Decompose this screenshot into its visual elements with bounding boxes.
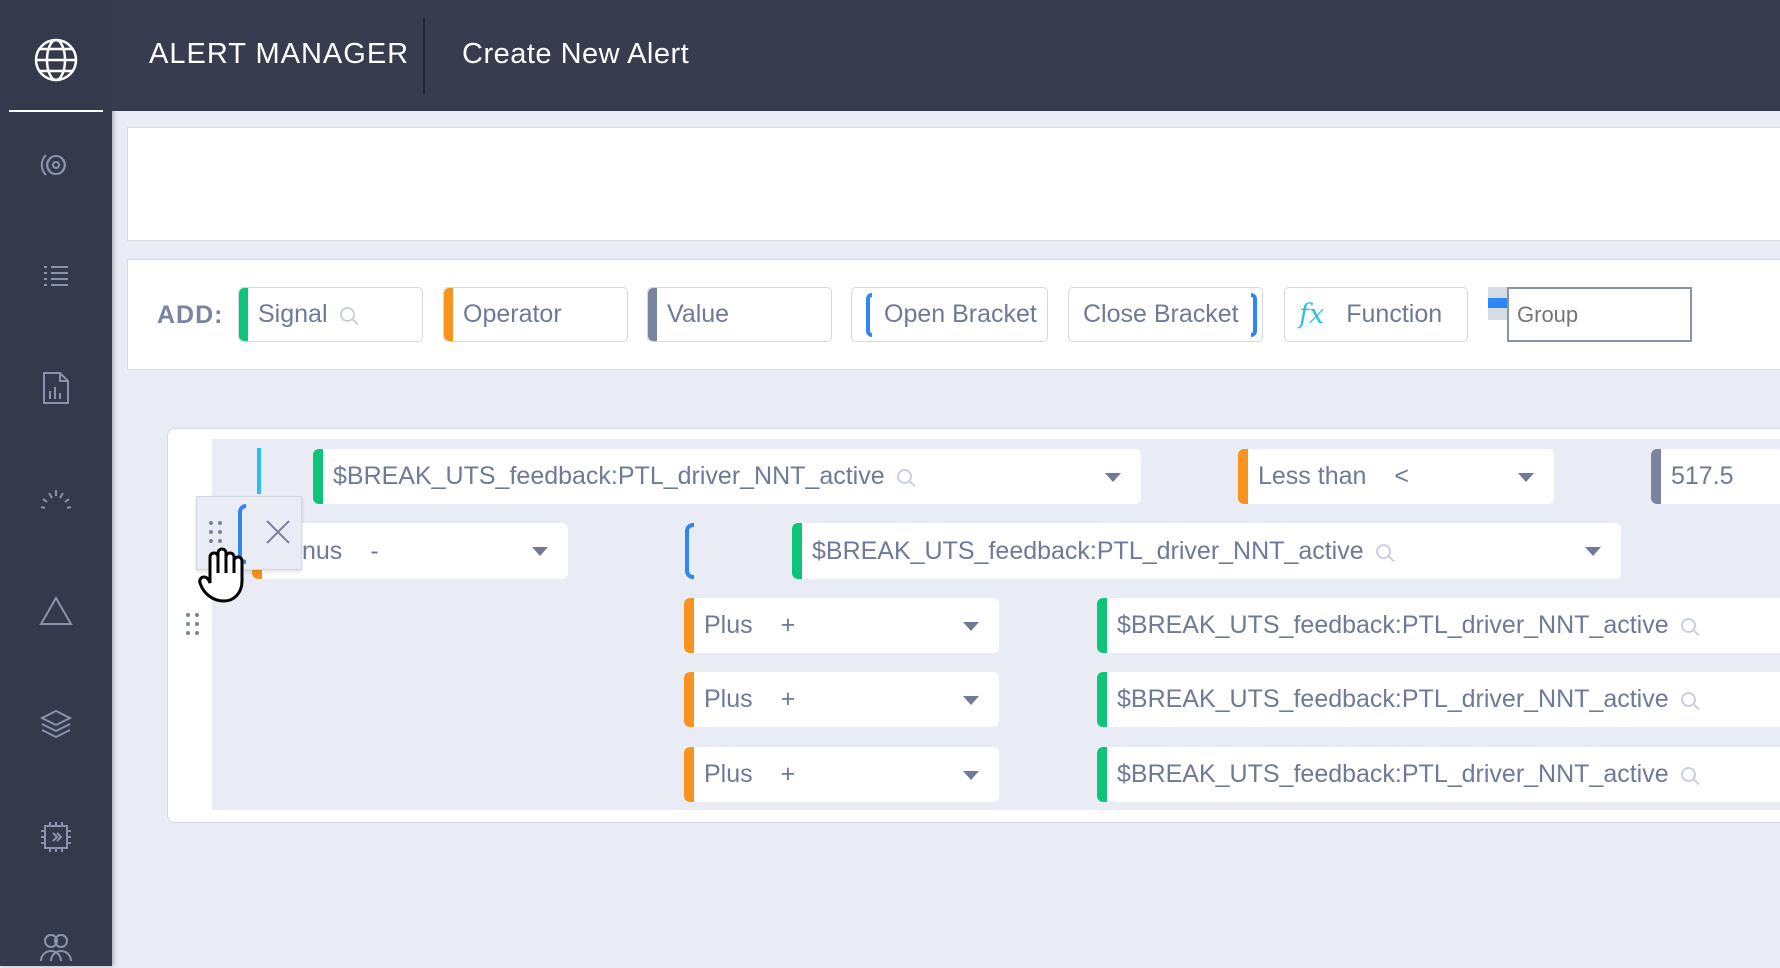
operator-select[interactable]: Less than < [1238,449,1554,504]
logo-divider [9,110,103,112]
operator-value: nus [302,536,343,565]
operator-value: Plus [704,760,753,788]
chevron-down-icon [1105,472,1121,482]
group-marker [257,448,261,494]
add-open-bracket-button[interactable]: Open Bracket [851,287,1048,342]
function-label: Function [1346,300,1443,328]
signal-color-bar [239,288,248,341]
hand-cursor-icon [198,547,244,603]
chevron-down-icon [1585,547,1601,556]
signal-value: $BREAK_UTS_feedback:PTL_driver_NNT_activ… [812,536,1364,565]
chevron-down-icon [532,547,548,556]
chip-icon[interactable] [36,817,76,857]
signal-value: $BREAK_UTS_feedback:PTL_driver_NNT_activ… [1117,760,1669,788]
signal-select[interactable]: $BREAK_UTS_feedback:PTL_driver_NNT_activ… [313,449,1141,504]
operator-value: Plus [704,611,753,639]
close-icon[interactable] [265,519,291,545]
top-header: ALERT MANAGER Create New Alert [112,0,1780,111]
signal-value: $BREAK_UTS_feedback:PTL_driver_NNT_activ… [1117,685,1669,713]
operator-symbol: - [370,536,379,565]
operator-select[interactable]: Plus + [684,672,999,727]
operator-symbol: < [1394,462,1410,490]
group-input[interactable] [1507,287,1692,342]
operator-select[interactable]: Plus + [684,747,999,802]
signal-value: $BREAK_UTS_feedback:PTL_driver_NNT_activ… [1117,611,1669,639]
gauge-icon[interactable] [36,479,76,519]
search-icon [1680,692,1696,707]
operator-symbol: + [780,685,796,713]
search-icon [1680,767,1696,782]
operator-label: Operator [463,300,562,328]
add-function-button[interactable]: fx Function [1284,287,1468,342]
operator-symbol: + [780,611,796,639]
signal-select[interactable]: $BREAK_UTS_feedback:PTL_driver_NNT_activ… [1097,747,1780,802]
value-input[interactable]: 517.5 [1651,449,1780,504]
signal-select[interactable]: $BREAK_UTS_feedback:PTL_driver_NNT_activ… [1097,598,1780,653]
value-text: 517.5 [1671,462,1734,490]
users-icon[interactable] [36,928,76,968]
search-icon [1680,618,1696,633]
operator-value: Less than [1258,462,1367,490]
operator-color-bar [444,288,453,341]
close-bracket-icon [1250,292,1257,337]
sidebar [0,0,112,966]
add-value-button[interactable]: Value [647,287,832,342]
function-icon: fx [1299,299,1325,330]
chevron-down-icon [963,695,979,705]
add-operator-button[interactable]: Operator [443,287,628,342]
add-label: ADD: [157,301,224,329]
page-title: Create New Alert [462,38,690,70]
chevron-down-icon [1518,472,1534,482]
search-icon [339,307,355,322]
open-bracket[interactable] [685,523,694,579]
add-close-bracket-button[interactable]: Close Bracket [1068,287,1263,342]
search-icon [896,469,912,484]
chevron-down-icon [963,621,979,631]
search-icon [1375,543,1391,559]
operator-symbol: + [780,760,796,788]
drag-handle-icon[interactable] [209,521,222,543]
layers-icon[interactable] [36,703,76,743]
signal-select[interactable]: $BREAK_UTS_feedback:PTL_driver_NNT_activ… [792,523,1621,579]
globe-icon[interactable] [32,36,80,84]
group-indicator [1488,287,1507,320]
open-bracket-label: Open Bracket [884,300,1037,328]
close-bracket-label: Close Bracket [1083,300,1239,328]
signal-value: $BREAK_UTS_feedback:PTL_driver_NNT_activ… [333,462,885,490]
chevron-down-icon [963,770,979,780]
signal-label: Signal [258,300,328,328]
operator-value: Plus [704,685,753,713]
drag-handle-icon[interactable] [186,613,199,635]
add-signal-button[interactable]: Signal [238,287,423,342]
value-color-bar [648,288,657,341]
description-panel [127,127,1780,241]
signal-select[interactable]: $BREAK_UTS_feedback:PTL_driver_NNT_activ… [1097,672,1780,727]
operator-select[interactable]: Plus + [684,598,999,653]
value-label: Value [667,300,730,328]
report-icon[interactable] [36,368,76,408]
list-icon[interactable] [36,257,76,297]
alert-triangle-icon[interactable] [36,591,76,631]
open-bracket-icon [866,292,872,337]
app-title: ALERT MANAGER [149,38,410,70]
header-divider [423,18,425,94]
signal-icon[interactable] [36,145,76,185]
